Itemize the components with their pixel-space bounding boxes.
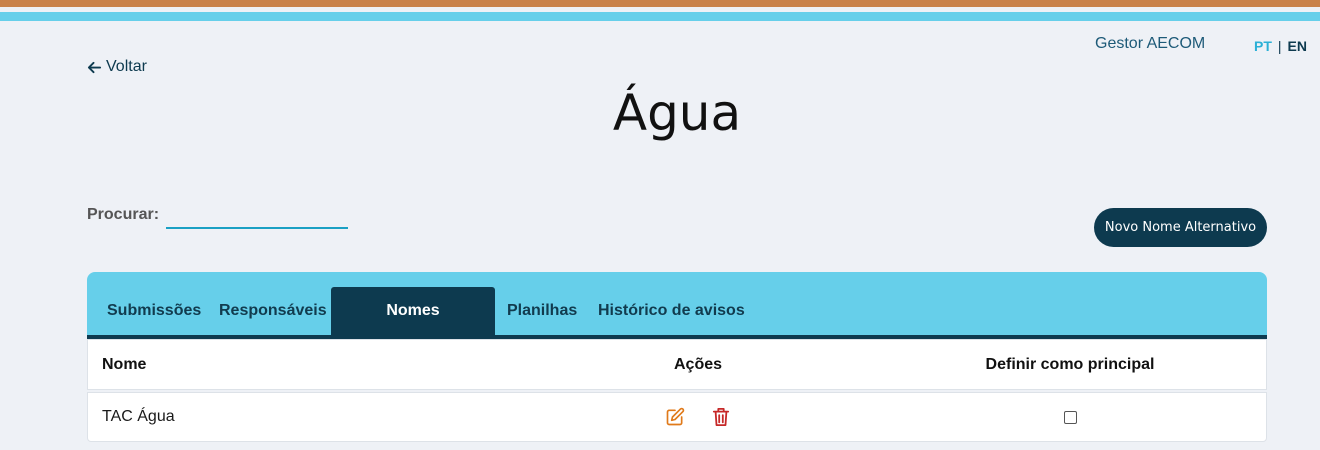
lang-separator: | (1277, 38, 1282, 54)
back-link[interactable]: Voltar (87, 58, 147, 76)
column-header-acoes: Ações (673, 355, 723, 373)
row-name: TAC Água (102, 408, 175, 425)
table-row: TAC Água (87, 392, 1267, 442)
page-title: Água (612, 84, 742, 142)
tab-responsaveis[interactable]: Responsáveis (207, 287, 339, 335)
top-stripe-orange (0, 0, 1320, 7)
tab-submissoes[interactable]: Submissões (95, 287, 213, 335)
lang-en-link[interactable]: EN (1288, 38, 1307, 54)
arrow-left-icon (87, 61, 102, 73)
tabs-panel: Submissões Responsáveis Nomes alternativ… (87, 272, 1267, 442)
search-input[interactable] (166, 204, 348, 229)
edit-icon[interactable] (663, 405, 687, 429)
row-actions (648, 393, 748, 441)
new-alternative-name-button[interactable]: Novo Nome Alternativo (1094, 208, 1267, 247)
search-label: Procurar: (87, 206, 160, 223)
tab-nomes-alternativos[interactable]: Nomes alternativos (331, 287, 495, 366)
tab-planilhas[interactable]: Planilhas (495, 287, 589, 335)
column-header-nome[interactable]: Nome (102, 340, 146, 389)
back-label: Voltar (106, 58, 147, 75)
top-stripe-blue (0, 12, 1320, 21)
language-switcher: PT | EN (1254, 38, 1307, 54)
set-principal-checkbox[interactable] (1063, 410, 1077, 424)
lang-pt-link[interactable]: PT (1254, 38, 1272, 54)
tab-historico-de-avisos[interactable]: Histórico de avisos (586, 287, 757, 335)
tab-bar: Submissões Responsáveis Nomes alternativ… (87, 272, 1267, 366)
user-name[interactable]: Gestor AECOM (1095, 35, 1205, 53)
column-header-principal: Definir como principal (985, 355, 1155, 373)
table-header-row: Nome Ações Definir como principal (87, 339, 1267, 390)
trash-icon[interactable] (709, 405, 733, 429)
row-principal (970, 393, 1170, 441)
